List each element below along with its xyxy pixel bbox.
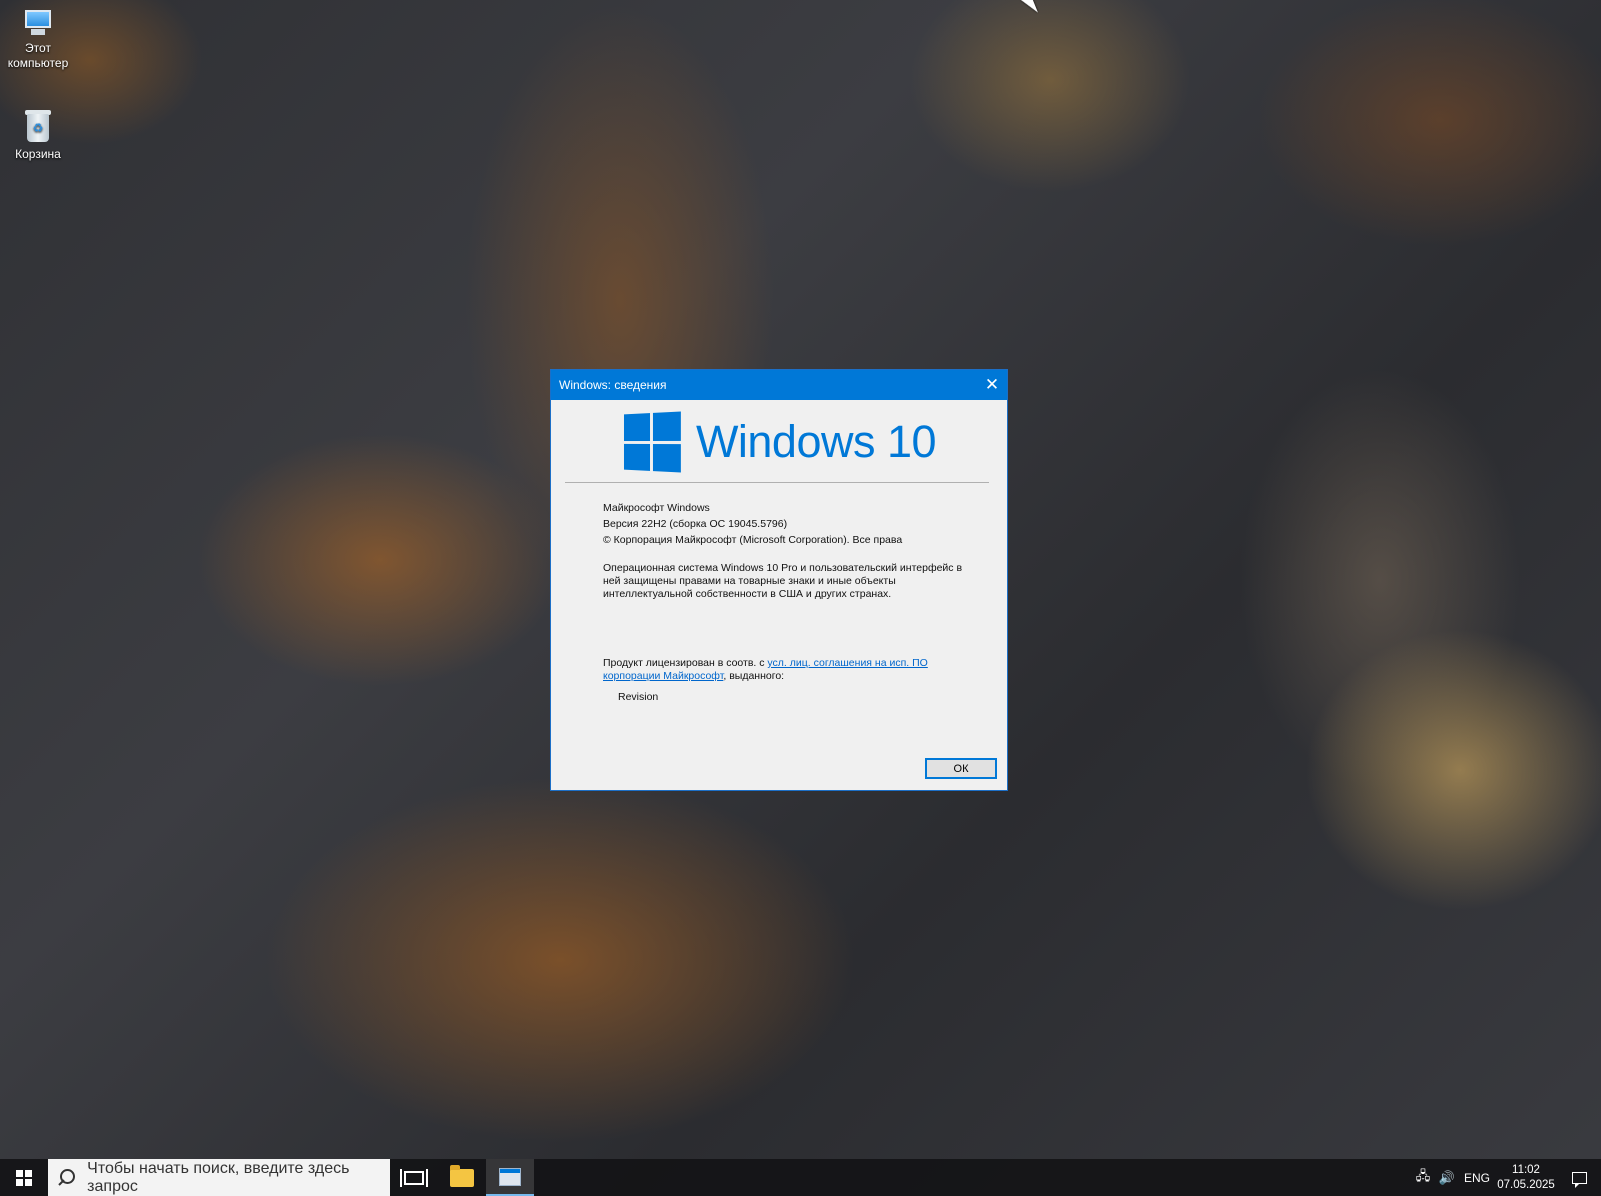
version-info: Майкрософт Windows Версия 22H2 (сборка О… xyxy=(603,500,1007,548)
folder-icon xyxy=(450,1164,474,1187)
windows-logo: Windows 10 xyxy=(551,402,1007,482)
network-icon[interactable]: 🖧 xyxy=(1411,1159,1435,1196)
taskbar: Чтобы начать поиск, введите здесь запрос… xyxy=(0,1159,1601,1196)
desktop-icon-label: Корзина xyxy=(15,147,61,161)
action-center-button[interactable] xyxy=(1557,1159,1601,1196)
about-windows-dialog: Windows: сведения ✕ Windows 10 Майкрософ… xyxy=(550,369,1008,791)
recycle-bin-icon: ♻ xyxy=(23,108,53,144)
close-icon: ✕ xyxy=(984,375,1000,394)
volume-icon[interactable]: 🔊 xyxy=(1435,1159,1459,1196)
desktop-icon-this-pc[interactable]: Этот компьютер xyxy=(0,8,76,71)
description-text: Операционная система Windows 10 Pro и по… xyxy=(603,562,963,600)
windows-start-icon xyxy=(16,1169,32,1186)
windows-flag-icon xyxy=(623,411,681,473)
clock-date: 07.05.2025 xyxy=(1497,1178,1555,1191)
version-text: Версия 22H2 (сборка ОС 19045.5796) xyxy=(603,518,788,530)
clock[interactable]: 11:02 07.05.2025 xyxy=(1495,1163,1557,1193)
ok-button[interactable]: ОК xyxy=(925,758,997,779)
system-tray: 🖧 🔊 ENG 11:02 07.05.2025 xyxy=(1411,1159,1601,1196)
close-button[interactable]: ✕ xyxy=(977,370,1007,400)
copyright-text: © Корпорация Майкрософт (Microsoft Corpo… xyxy=(603,534,903,546)
license-prefix: Продукт лицензирован в соотв. с xyxy=(603,657,768,669)
dialog-title: Windows: сведения xyxy=(559,378,667,392)
divider xyxy=(565,482,989,483)
notification-icon xyxy=(1571,1171,1587,1188)
license-suffix: , выданного: xyxy=(723,670,785,682)
desktop-icon-recycle-bin[interactable]: ♻ Корзина xyxy=(0,108,76,162)
desktop: { "desktop": { "icons": [ {"label": "Это… xyxy=(0,0,1601,1196)
clock-time: 11:02 xyxy=(1512,1163,1540,1176)
licensed-to: Revision xyxy=(618,691,659,703)
mouse-cursor-icon xyxy=(1021,0,1038,17)
license-text: Продукт лицензирован в соотв. с усл. лиц… xyxy=(603,657,977,683)
language-indicator[interactable]: ENG xyxy=(1459,1171,1495,1185)
file-explorer-button[interactable] xyxy=(438,1159,486,1196)
taskbar-search-box[interactable]: Чтобы начать поиск, введите здесь запрос xyxy=(48,1159,390,1196)
task-view-icon xyxy=(400,1168,428,1187)
desktop-icon-label: Этот компьютер xyxy=(7,41,69,70)
winver-taskbar-button[interactable] xyxy=(486,1159,534,1196)
search-placeholder: Чтобы начать поиск, введите здесь запрос xyxy=(87,1159,350,1195)
computer-icon xyxy=(21,8,55,38)
task-view-button[interactable] xyxy=(390,1159,438,1196)
dialog-titlebar[interactable]: Windows: сведения ✕ xyxy=(551,370,1007,400)
search-icon xyxy=(58,1168,76,1187)
window-icon xyxy=(499,1167,521,1186)
start-button[interactable] xyxy=(0,1159,48,1196)
windows-logo-text: Windows 10 xyxy=(695,416,937,467)
product-name: Майкрософт Windows xyxy=(603,502,710,514)
